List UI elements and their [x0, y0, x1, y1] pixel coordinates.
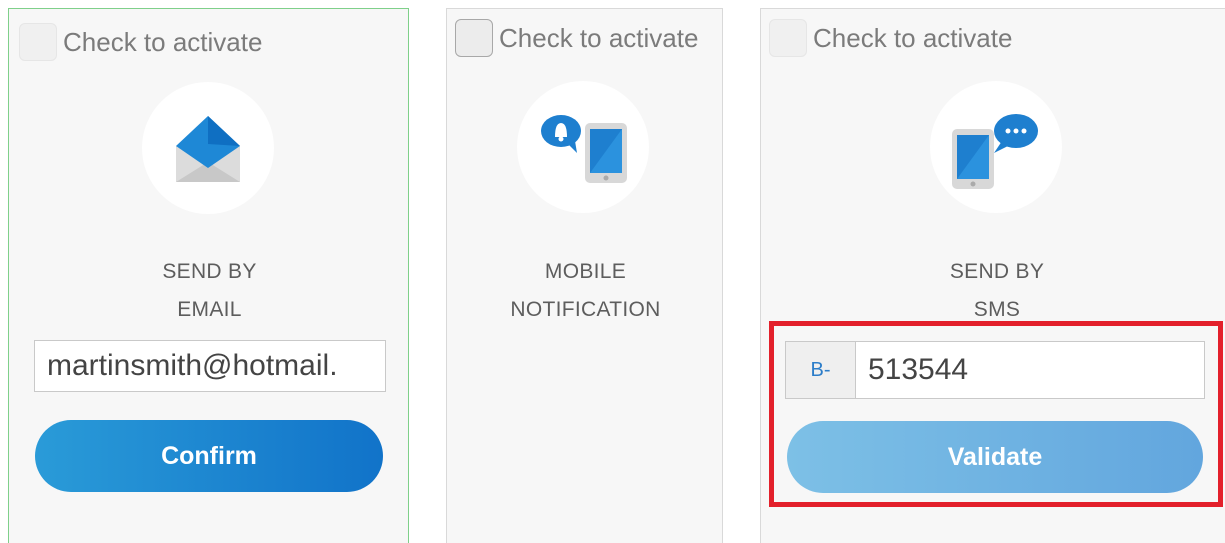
email-title-line1: SEND BY [162, 260, 257, 283]
confirm-button[interactable]: Confirm [35, 420, 383, 492]
mobile-icon-circle [517, 81, 649, 213]
email-activate-checkbox[interactable] [19, 23, 57, 61]
sms-method-title: SEND BY SMS [761, 253, 1225, 329]
email-method-title: SEND BY EMAIL [9, 253, 410, 329]
email-activate-row[interactable]: Check to activate [19, 23, 262, 61]
mobile-method-title: MOBILE NOTIFICATION [447, 253, 724, 329]
mobile-activate-row[interactable]: Check to activate [455, 19, 698, 57]
sms-chat-icon [952, 114, 1038, 189]
mobile-notification-icon [541, 115, 627, 183]
sms-activate-row[interactable]: Check to activate [769, 19, 1012, 57]
sms-icon-circle [930, 81, 1062, 213]
email-input[interactable]: martinsmith@hotmail. [34, 340, 386, 392]
mobile-activate-checkbox[interactable] [455, 19, 493, 57]
email-method-card[interactable]: Check to activate SEND BY EMAIL martinsm… [8, 8, 409, 543]
mobile-title-line1: MOBILE [544, 260, 627, 283]
email-envelope-icon [176, 116, 240, 182]
email-icon-circle [142, 82, 274, 214]
sms-title-line1: SEND BY [949, 260, 1045, 283]
email-activate-label: Check to activate [63, 26, 263, 57]
mobile-activate-label: Check to activate [499, 22, 699, 53]
email-title-line2: EMAIL [177, 298, 242, 321]
mobile-title-line2: NOTIFICATION [510, 298, 661, 321]
sms-activate-checkbox[interactable] [769, 19, 807, 57]
mobile-method-card[interactable]: Check to activate MOBILE NOTIFICATION [446, 8, 723, 543]
highlight-box [769, 321, 1223, 507]
sms-activate-label: Check to activate [813, 22, 1013, 53]
